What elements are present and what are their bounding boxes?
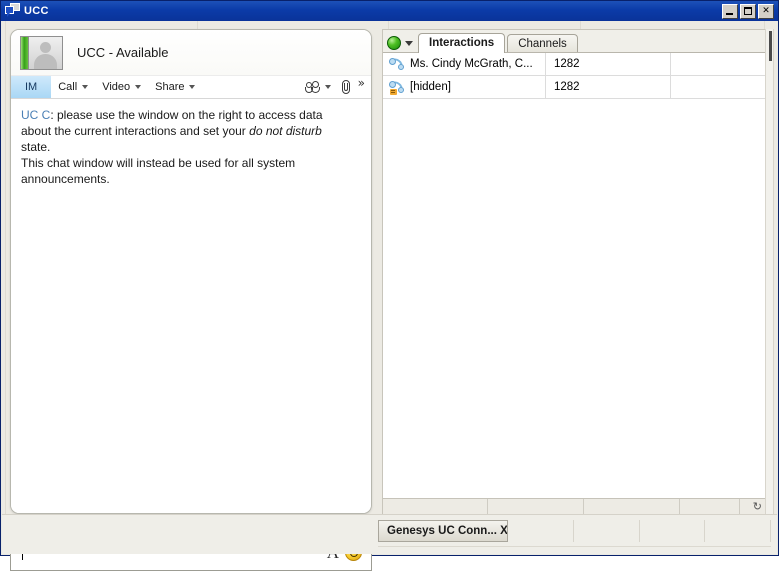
bottom-strip: Genesys UC Conn... X [2,514,777,554]
tab-interactions[interactable]: Interactions [418,33,505,53]
table-row[interactable]: Ms. Cindy McGrath, C... 1282 [383,53,768,76]
minimize-button[interactable] [722,4,738,19]
chat-bubbles-icon [5,3,21,19]
tab-channels-label: Channels [518,38,567,50]
chevron-down-icon [325,85,331,89]
panel-splitter[interactable] [765,29,774,515]
attach-file-button[interactable] [336,76,356,98]
chevron-down-icon [135,85,141,89]
row-icon-cell [383,80,410,94]
message-sender: UC C [21,108,50,122]
avatar[interactable] [20,36,63,70]
row-filler [671,53,768,75]
message-line-5: announcements. [21,171,361,187]
interaction-name: [hidden] [410,76,546,98]
share-menu-button[interactable]: Share [148,76,202,98]
interactions-panel: Interactions Channels Ms. Cindy McGrath,… [382,29,769,515]
message-line-4: This chat window will instead be used fo… [21,155,361,171]
taskbar-slot [508,520,574,542]
refresh-icon[interactable]: ↻ [753,501,762,512]
window-title-bar: UCC ✕ [1,1,778,21]
message-line-1: : please use the window on the right to … [50,108,322,122]
message-line-2-text: about the current interactions and set y… [21,124,249,138]
tab-interactions-label: Interactions [429,37,494,49]
chevron-down-icon [189,85,195,89]
message-emphasis: do not disturb [249,124,322,138]
presence-indicator [21,37,29,69]
interaction-name: Ms. Cindy McGrath, C... [410,53,546,75]
tab-im-label: IM [25,81,37,93]
phone-call-icon [389,57,405,71]
interactions-statusbar: ↻ [383,498,768,514]
video-menu-button[interactable]: Video [95,76,148,98]
toolbar-overflow-button[interactable]: » [356,76,371,98]
call-menu-button[interactable]: Call [51,76,95,98]
chat-window: UCC - Available IM Call Video Share [10,29,372,514]
taskbar-slot [705,520,771,542]
paperclip-icon [341,80,351,95]
share-menu-label: Share [155,81,184,93]
ucc-application-window: UCC ✕ [0,0,779,556]
add-people-icon [306,81,320,93]
close-button[interactable]: ✕ [758,4,774,19]
message-line-2: about the current interactions and set y… [21,123,361,139]
phone-call-held-icon [389,80,405,94]
chevron-down-icon [405,41,413,46]
maximize-button[interactable] [740,4,756,19]
interaction-number: 1282 [546,53,671,75]
row-filler [671,76,768,98]
scrollbar-thumb[interactable] [769,31,772,61]
chat-message: UC C: please use the window on the right… [21,107,361,123]
client-area: UCC - Available IM Call Video Share [2,21,777,554]
table-row[interactable]: [hidden] 1282 [383,76,768,99]
taskbar-slot [574,520,640,542]
interactions-list[interactable]: Ms. Cindy McGrath, C... 1282 [hidden] 12… [383,53,768,498]
presence-status-button[interactable] [387,36,413,50]
interaction-number: 1282 [546,76,671,98]
close-icon: ✕ [759,5,773,18]
green-presence-orb-icon [387,36,401,50]
add-people-button[interactable] [301,76,336,98]
chat-transcript: UC C: please use the window on the right… [11,98,371,513]
message-line-3: state. [21,139,361,155]
contact-avatar-image [29,37,62,69]
window-title: UCC [24,5,722,17]
tab-im[interactable]: IM [11,76,51,98]
interactions-tabstrip: Interactions Channels [383,30,768,53]
call-menu-label: Call [58,81,77,93]
video-menu-label: Video [102,81,130,93]
tab-channels[interactable]: Channels [507,34,578,52]
chevron-down-icon [82,85,88,89]
window-controls: ✕ [722,4,774,19]
page-title: UCC - Available [77,45,169,60]
chat-toolbar: IM Call Video Share [11,75,371,98]
row-icon-cell [383,57,410,71]
taskbar-button-genesys-uc-connector[interactable]: Genesys UC Conn... X [378,520,508,542]
taskbar-slot [640,520,706,542]
taskbar: Genesys UC Conn... X [378,520,771,542]
chat-header: UCC - Available [11,30,371,75]
